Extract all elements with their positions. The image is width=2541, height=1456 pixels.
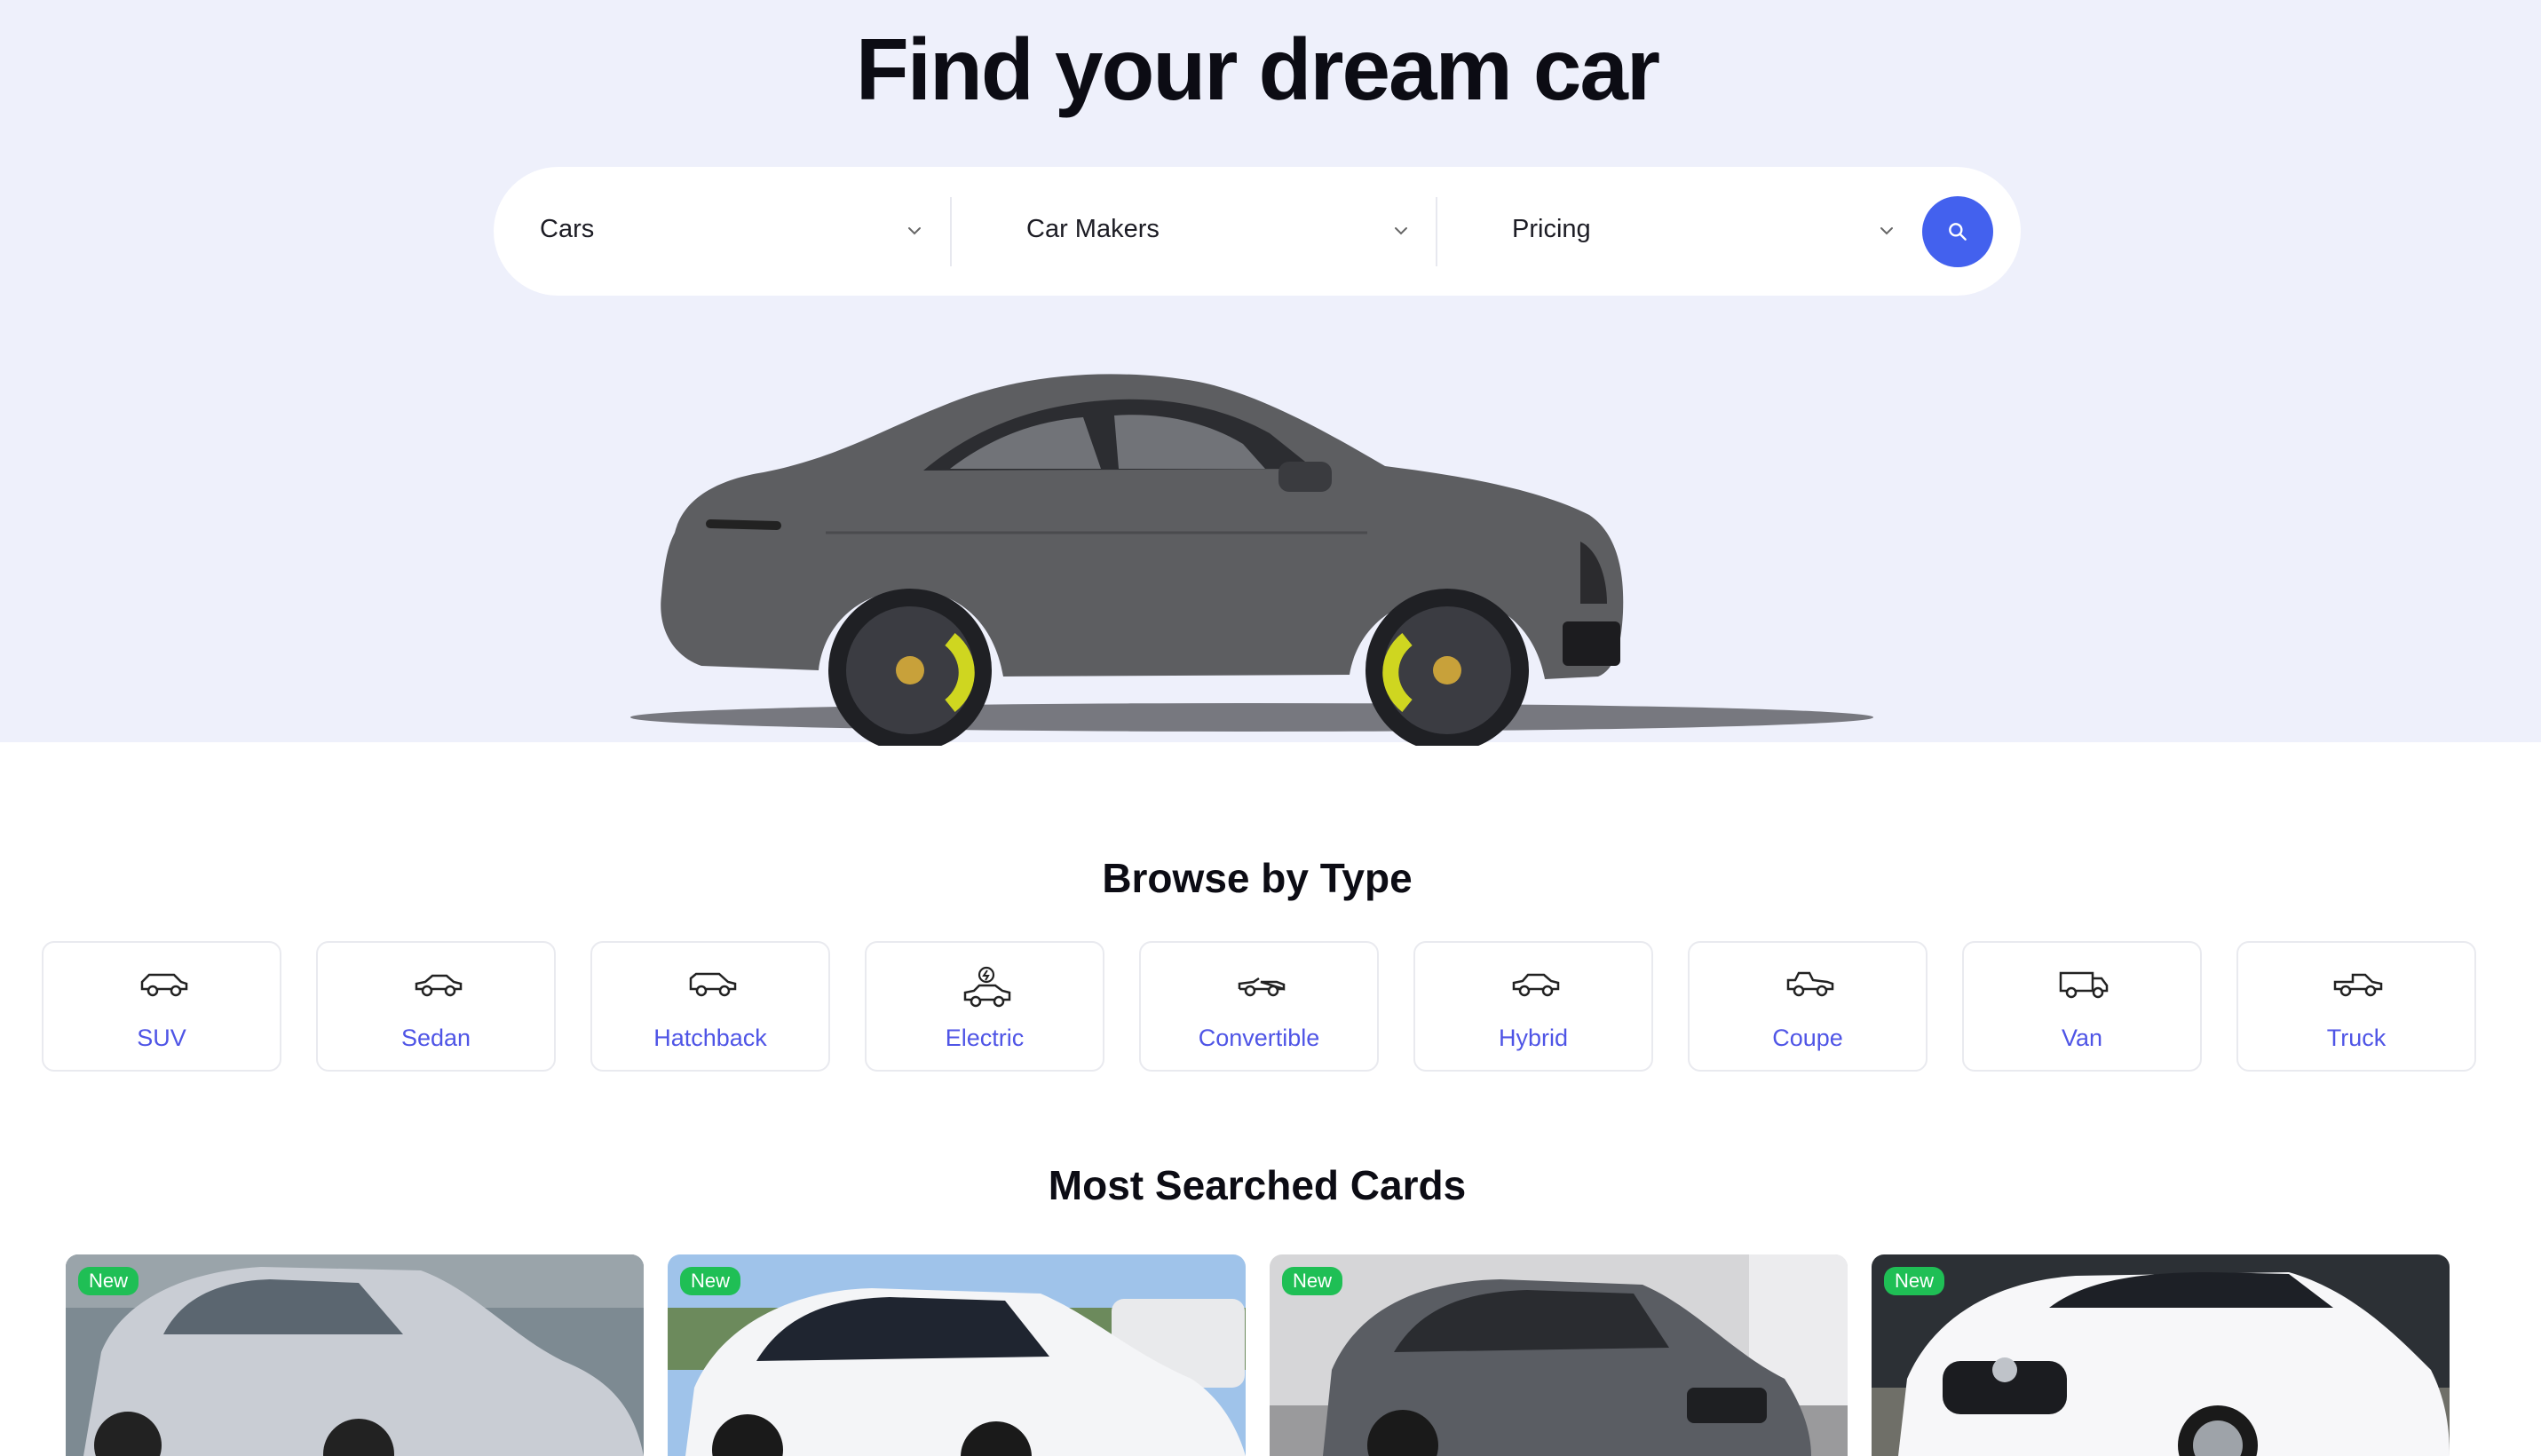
car-listing-card[interactable]: New — [668, 1254, 1246, 1456]
hybrid-icon — [1512, 973, 1560, 997]
chevron-down-icon — [1395, 227, 1407, 235]
truck-icon — [2333, 973, 2383, 997]
hero-section: Find your dream car Cars Car Makers Pric… — [0, 0, 2541, 746]
field-divider — [1436, 197, 1437, 266]
type-card-van[interactable]: Van — [1962, 941, 2202, 1072]
hatchback-icon — [689, 972, 737, 997]
chevron-down-icon — [908, 227, 921, 235]
new-badge: New — [680, 1267, 741, 1295]
field-divider — [950, 197, 952, 266]
car-photo — [66, 1254, 644, 1456]
car-makers-dropdown-label: Car Makers — [1026, 215, 1160, 243]
type-card-coupe[interactable]: Coupe — [1688, 941, 1928, 1072]
type-card-hybrid[interactable]: Hybrid — [1413, 941, 1653, 1072]
most-searched-title: Most Searched Cards — [1048, 1162, 1467, 1208]
car-listing-card[interactable]: New — [1270, 1254, 1848, 1456]
search-button[interactable] — [1922, 196, 1993, 267]
type-card-truck[interactable]: Truck — [2236, 941, 2476, 1072]
car-listing-card[interactable]: New — [1872, 1254, 2450, 1456]
type-label: Convertible — [1198, 1025, 1320, 1051]
new-badge: New — [1282, 1267, 1343, 1295]
sedan-icon — [415, 974, 463, 997]
cars-dropdown-label: Cars — [540, 215, 595, 243]
type-card-sedan[interactable]: Sedan — [316, 941, 556, 1072]
search-bar: Cars Car Makers Pricing — [494, 167, 2021, 296]
car-photo — [1270, 1254, 1848, 1456]
type-label: Sedan — [400, 1025, 471, 1051]
car-photo — [1872, 1254, 2450, 1456]
search-icon — [1949, 223, 1967, 241]
car-photo — [668, 1254, 1246, 1456]
new-badge: New — [1884, 1267, 1945, 1295]
chevron-down-icon — [1880, 227, 1893, 235]
hero-title: Find your dream car — [855, 20, 1660, 118]
type-card-convertible[interactable]: Convertible — [1139, 941, 1379, 1072]
type-label: Hybrid — [1498, 1025, 1569, 1051]
electric-car-icon — [963, 966, 1011, 1008]
type-label: SUV — [137, 1025, 186, 1051]
coupe-icon — [1786, 971, 1834, 997]
type-label: Hatchback — [653, 1025, 767, 1051]
type-label: Coupe — [1772, 1025, 1843, 1051]
hero-car-image — [630, 374, 1873, 746]
suv-icon — [140, 973, 188, 997]
car-listing-card[interactable]: New — [66, 1254, 644, 1456]
browse-by-type-title: Browse by Type — [1102, 855, 1413, 901]
pricing-dropdown-label: Pricing — [1512, 215, 1591, 243]
cars-dropdown[interactable]: Cars — [540, 195, 948, 266]
type-card-suv[interactable]: SUV — [42, 941, 281, 1072]
type-card-electric[interactable]: Electric — [865, 941, 1104, 1072]
new-badge: New — [78, 1267, 139, 1295]
van-icon — [2059, 971, 2109, 999]
type-label: Truck — [2326, 1025, 2387, 1051]
pricing-dropdown[interactable]: Pricing — [1512, 195, 1920, 266]
type-card-hatchback[interactable]: Hatchback — [590, 941, 830, 1072]
type-label: Van — [2061, 1025, 2103, 1051]
type-label: Electric — [945, 1025, 1025, 1051]
convertible-icon — [1238, 977, 1286, 997]
car-makers-dropdown[interactable]: Car Makers — [1026, 195, 1435, 266]
